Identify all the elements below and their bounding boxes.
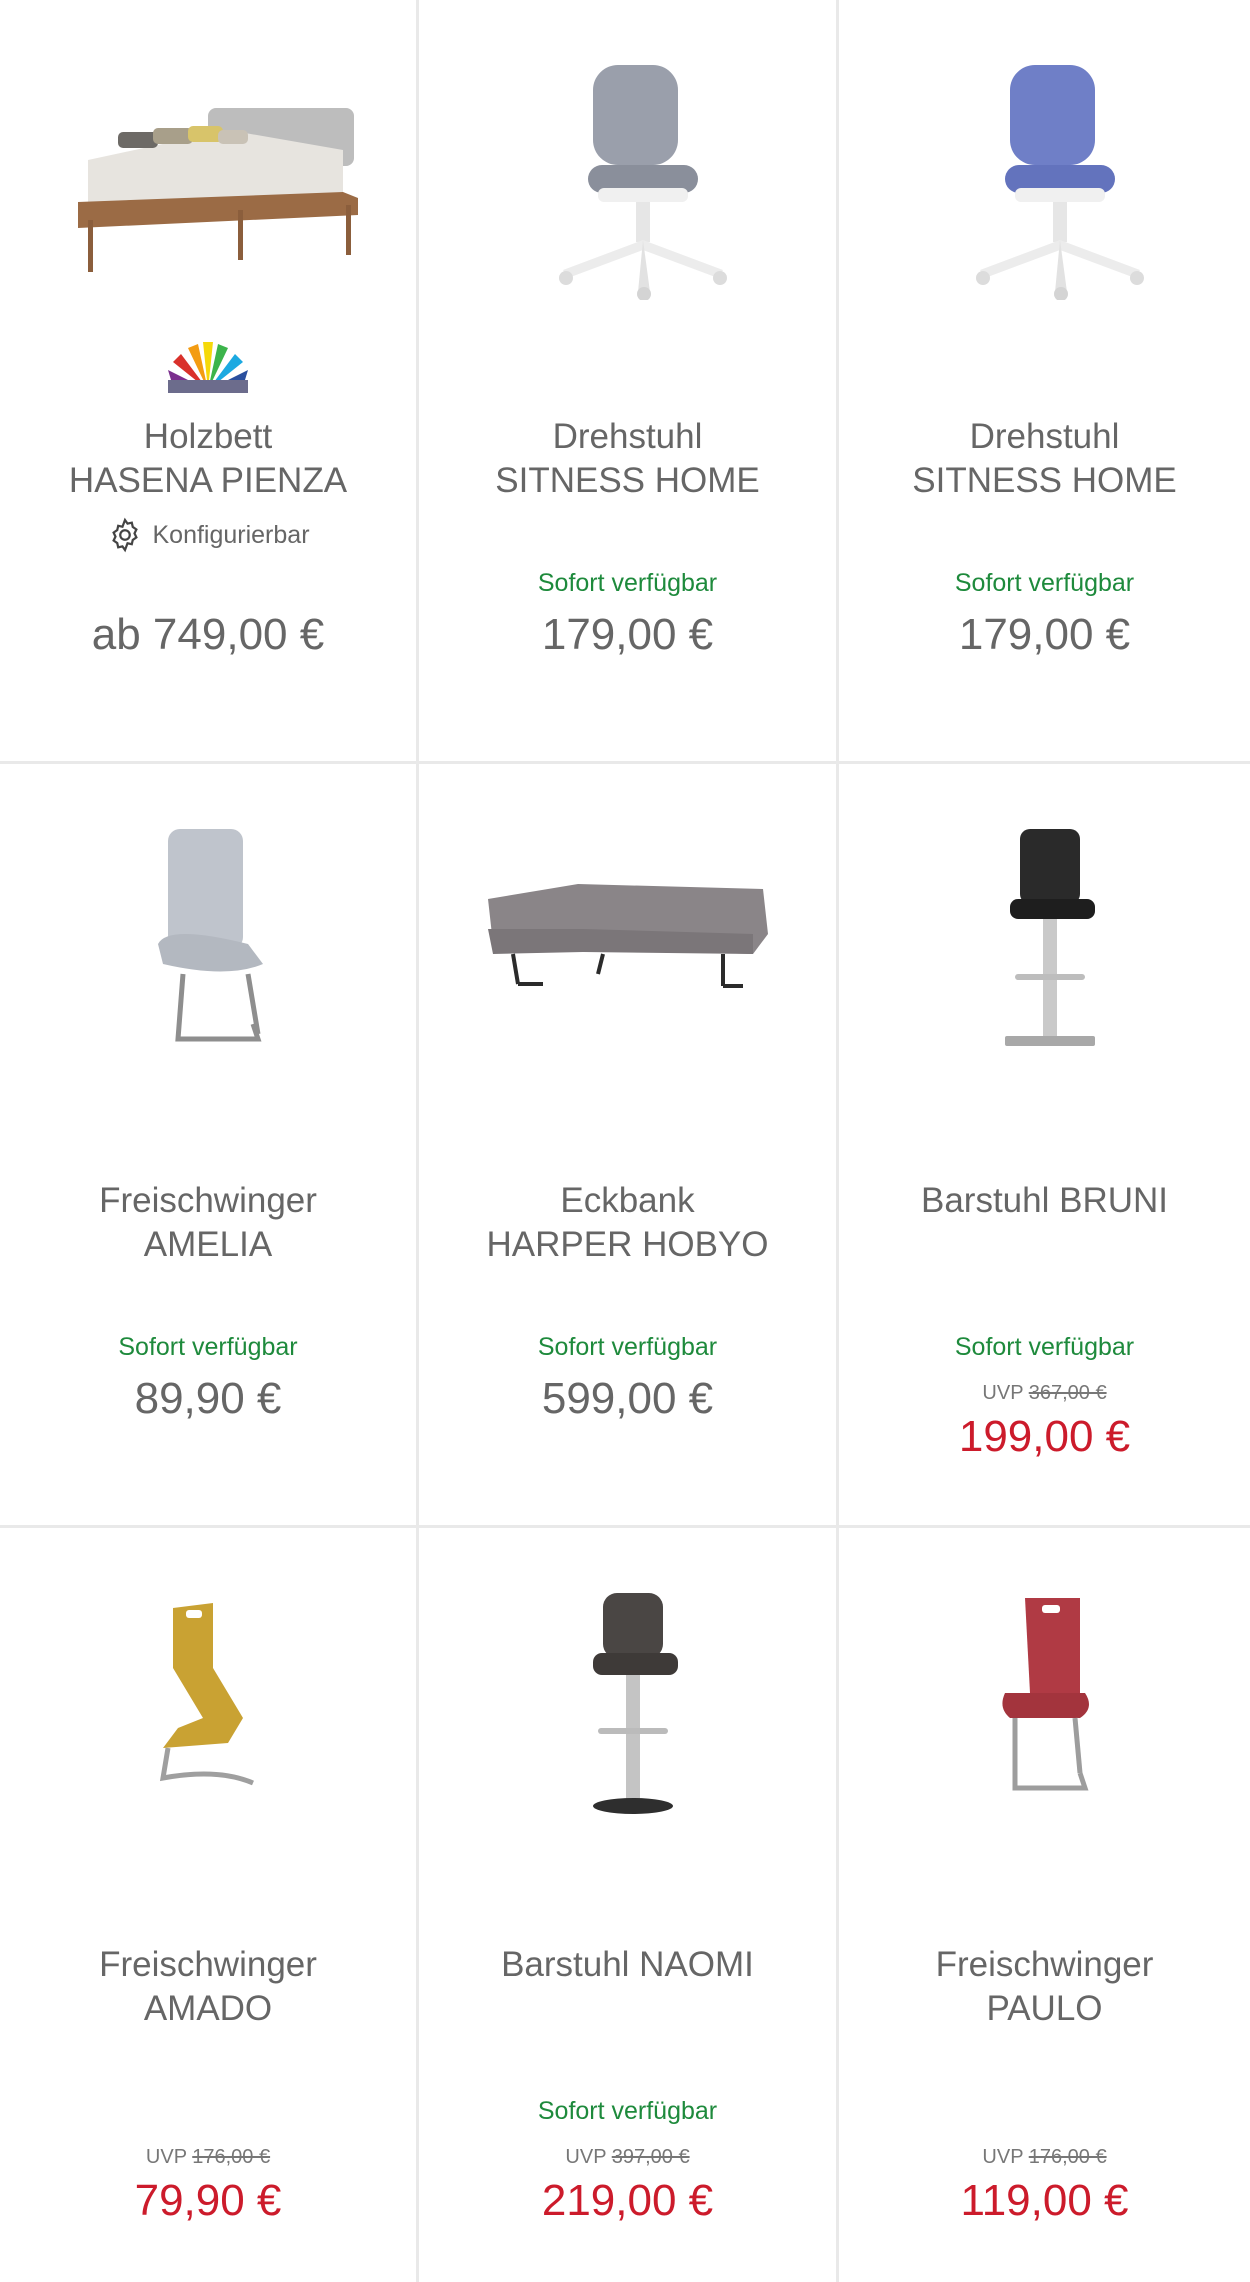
z-chair-icon — [159, 1603, 254, 1786]
bed-icon — [78, 108, 358, 272]
product-title[interactable]: Barstuhl NAOMI — [419, 1943, 836, 1987]
sale-price: 199,00 € — [958, 1412, 1131, 1461]
color-fan-icon — [168, 342, 248, 393]
product-card-drehstuhl-sitness-home-grey[interactable]: Drehstuhl SITNESS HOME Sofort verfügbar … — [419, 0, 839, 764]
bar-stool-icon — [1004, 829, 1095, 1046]
availability-label: Sofort verfügbar — [537, 2097, 718, 2125]
availability-label: Sofort verfügbar — [954, 569, 1135, 597]
cantilever-chair-icon — [158, 829, 263, 1042]
configurable-badge: Konfigurierbar — [0, 516, 416, 554]
product-card-freischwinger-amelia[interactable]: Freischwinger AMELIA Sofort verfügbar 89… — [0, 764, 419, 1528]
product-card-holzbett-hasena-pienza[interactable]: Holzbett HASENA PIENZA Konfigurierbar ab… — [0, 0, 419, 764]
product-card-freischwinger-amado[interactable]: Freischwinger AMADO UVP 176,00 € 79,90 € — [0, 1528, 419, 2282]
uvp-old-price: 176,00 € — [192, 2146, 271, 2168]
corner-bench-icon — [487, 884, 768, 988]
configurable-label: Konfigurierbar — [152, 520, 310, 549]
product-title[interactable]: Freischwinger AMELIA — [0, 1179, 416, 1267]
product-title[interactable]: Drehstuhl SITNESS HOME — [419, 415, 836, 503]
product-image[interactable] — [0, 794, 416, 1094]
product-price: 599,00 € — [541, 1374, 714, 1423]
product-image[interactable] — [419, 30, 836, 330]
product-price: ab 749,00 € — [91, 610, 325, 659]
uvp-price: UVP 176,00 € — [982, 2146, 1107, 2168]
availability-label: Sofort verfügbar — [537, 1333, 718, 1361]
office-chair-icon — [975, 65, 1144, 300]
product-image[interactable] — [839, 1558, 1250, 1858]
uvp-price: UVP 176,00 € — [145, 2146, 271, 2168]
uvp-price: UVP 367,00 € — [982, 1382, 1107, 1404]
uvp-old-price: 397,00 € — [611, 2146, 690, 2168]
product-image[interactable] — [419, 794, 836, 1094]
gear-icon — [112, 517, 139, 553]
product-title[interactable]: Freischwinger AMADO — [0, 1943, 416, 2031]
product-image[interactable] — [0, 1558, 416, 1858]
product-grid: Holzbett HASENA PIENZA Konfigurierbar ab… — [0, 0, 1250, 2282]
product-title[interactable]: Freischwinger PAULO — [839, 1943, 1250, 2031]
product-card-eckbank-harper-hobyo[interactable]: Eckbank HARPER HOBYO Sofort verfügbar 59… — [419, 764, 839, 1528]
product-image[interactable] — [839, 30, 1250, 330]
product-image[interactable] — [839, 794, 1250, 1094]
availability-label: Sofort verfügbar — [954, 1333, 1135, 1361]
sale-price: 119,00 € — [960, 2176, 1129, 2225]
color-swatch — [163, 340, 253, 400]
product-card-freischwinger-paulo[interactable]: Freischwinger PAULO UVP 176,00 € 119,00 … — [839, 1528, 1250, 2282]
product-card-barstuhl-naomi[interactable]: Barstuhl NAOMI Sofort verfügbar UVP 397,… — [419, 1528, 839, 2282]
availability-label: Sofort verfügbar — [537, 569, 718, 597]
product-price: 89,90 € — [134, 1374, 282, 1423]
product-card-barstuhl-bruni[interactable]: Barstuhl BRUNI Sofort verfügbar UVP 367,… — [839, 764, 1250, 1528]
product-title[interactable]: Barstuhl BRUNI — [839, 1179, 1250, 1223]
uvp-price: UVP 397,00 € — [565, 2146, 690, 2168]
uvp-old-price: 367,00 € — [1028, 1382, 1107, 1404]
sale-price: 219,00 € — [541, 2176, 714, 2225]
cantilever-chair-icon — [1001, 1598, 1089, 1791]
product-title[interactable]: Holzbett HASENA PIENZA — [0, 415, 416, 503]
product-title[interactable]: Eckbank HARPER HOBYO — [419, 1179, 836, 1267]
product-image[interactable] — [419, 1558, 836, 1858]
product-card-drehstuhl-sitness-home-blue[interactable]: Drehstuhl SITNESS HOME Sofort verfügbar … — [839, 0, 1250, 764]
product-price: 179,00 € — [541, 610, 714, 659]
bar-stool-icon — [592, 1593, 678, 1814]
product-price: 179,00 € — [958, 610, 1131, 659]
availability-label: Sofort verfügbar — [118, 1333, 298, 1361]
sale-price: 79,90 € — [134, 2176, 282, 2225]
office-chair-icon — [558, 65, 727, 300]
uvp-old-price: 176,00 € — [1028, 2146, 1107, 2168]
product-image[interactable] — [0, 30, 416, 330]
product-title[interactable]: Drehstuhl SITNESS HOME — [839, 415, 1250, 503]
